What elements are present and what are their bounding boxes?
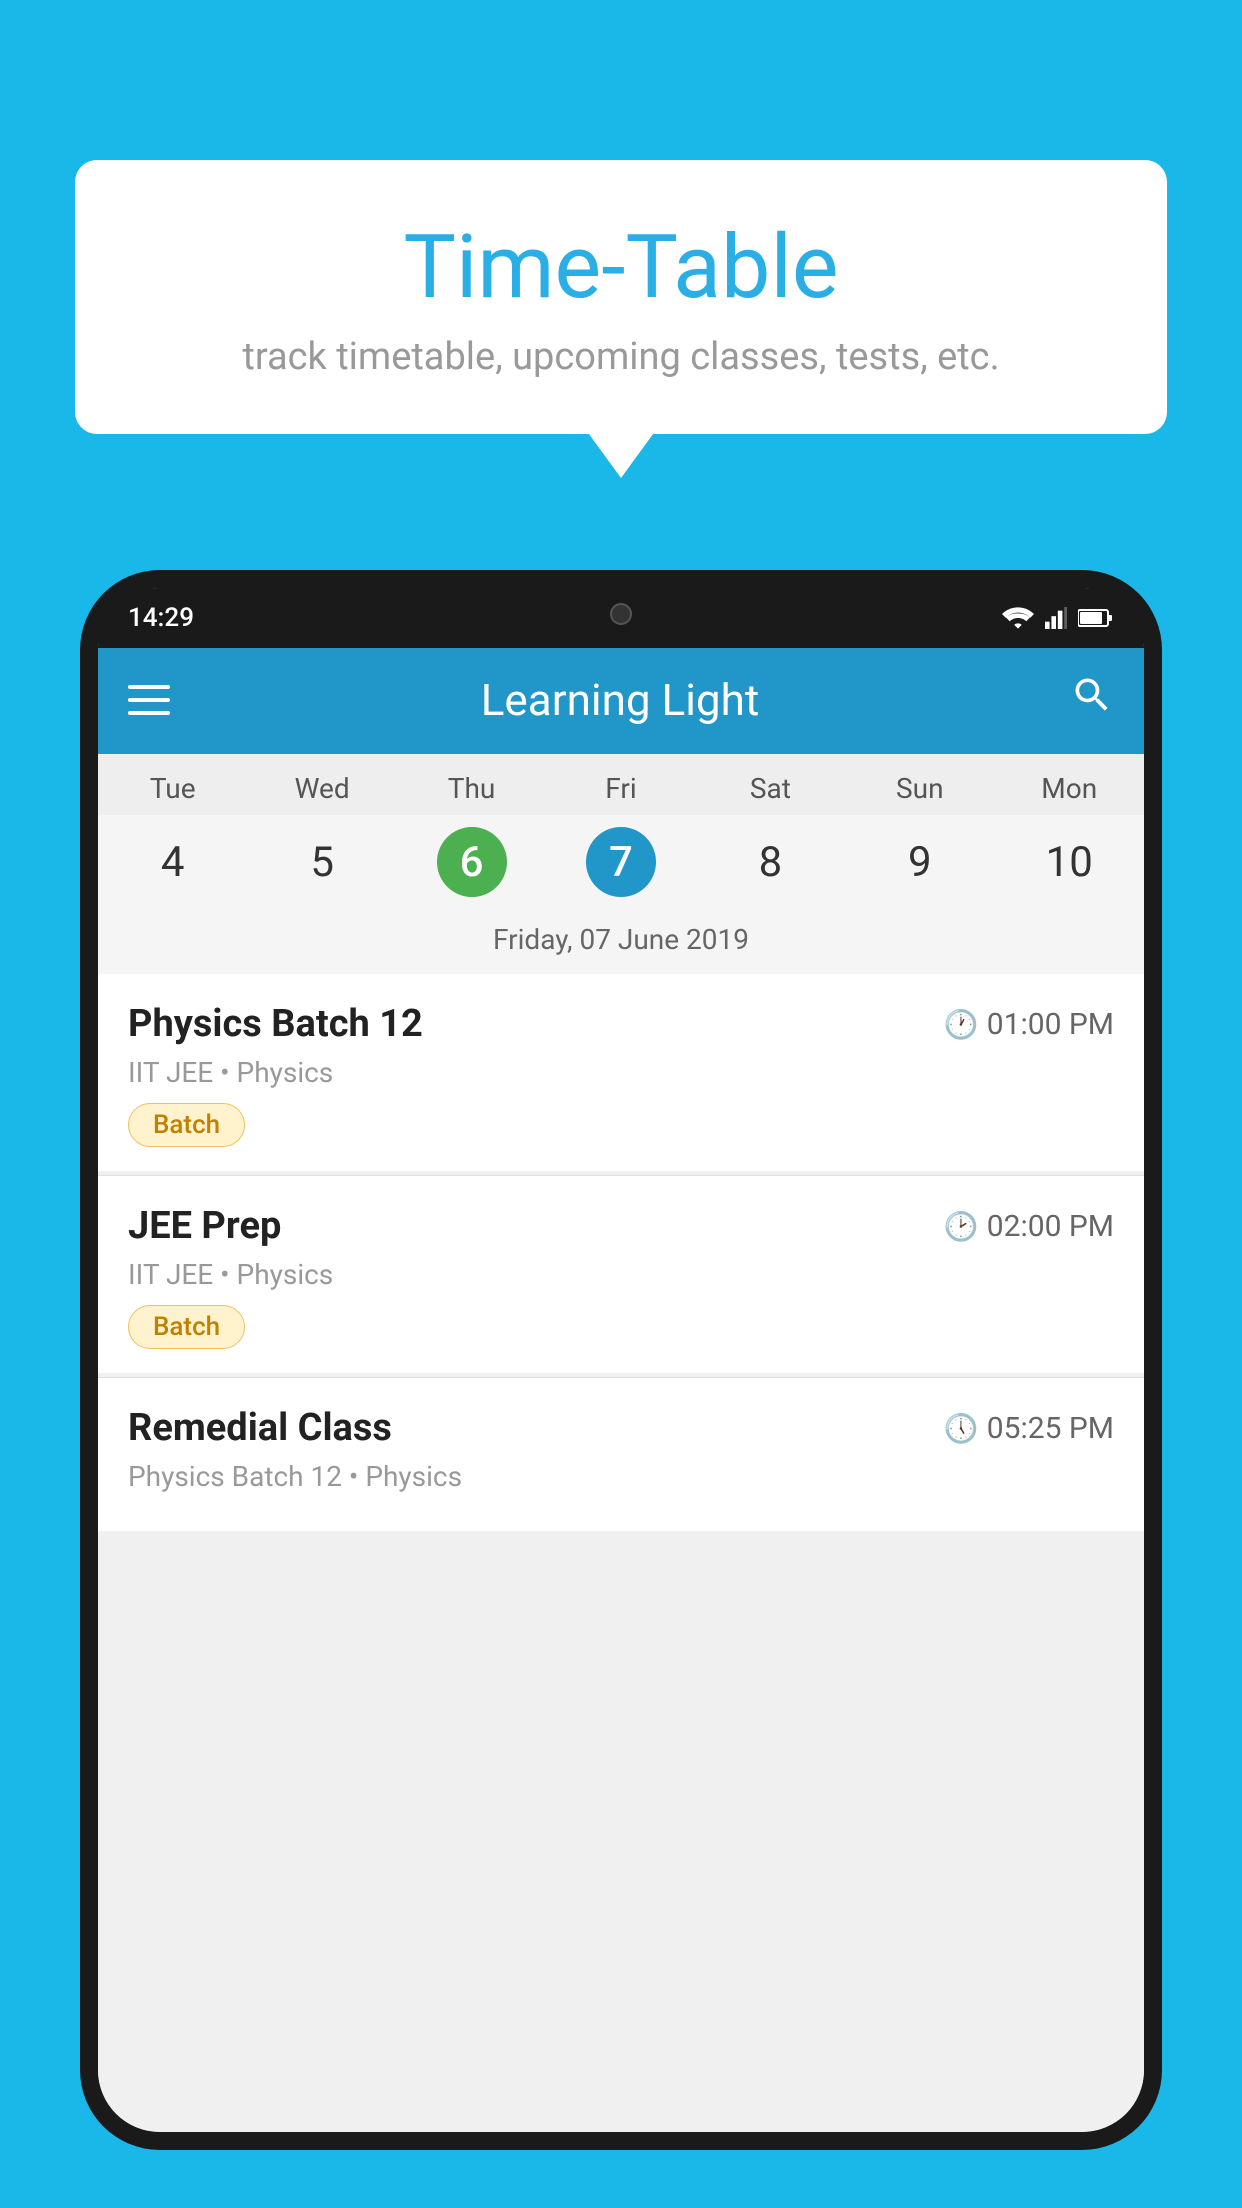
schedule-item-2-time-text: 02:00 PM (987, 1209, 1114, 1244)
status-icons (1002, 607, 1114, 629)
day-name-wed: Wed (247, 772, 396, 805)
phone-outer: 14:29 (80, 570, 1162, 2150)
clock-icon-2: 🕑 (944, 1210, 979, 1243)
speech-bubble-container: Time-Table track timetable, upcoming cla… (75, 160, 1167, 434)
day-circle-selected[interactable]: 7 (586, 827, 656, 897)
schedule-item-2-badge: Batch (128, 1305, 245, 1349)
schedule-item-1-header: Physics Batch 12 🕐 01:00 PM (128, 1002, 1114, 1046)
phone-screen: Learning Light Tue Wed Thu Fri Sat Sun M… (98, 588, 1144, 2132)
schedule-item-3[interactable]: Remedial Class 🕔 05:25 PM Physics Batch … (98, 1378, 1144, 1531)
schedule-item-3-header: Remedial Class 🕔 05:25 PM (128, 1406, 1114, 1450)
day-name-fri: Fri (546, 772, 695, 805)
camera (610, 603, 632, 625)
search-button[interactable] (1070, 673, 1114, 728)
bubble-subtitle: track timetable, upcoming classes, tests… (115, 335, 1127, 379)
menu-button[interactable] (128, 685, 170, 715)
app-bar-title: Learning Light (481, 674, 760, 726)
day-name-sun: Sun (845, 772, 994, 805)
schedule-item-2-header: JEE Prep 🕑 02:00 PM (128, 1204, 1114, 1248)
bubble-title: Time-Table (115, 220, 1127, 317)
day-circle-today[interactable]: 6 (437, 827, 507, 897)
speech-bubble: Time-Table track timetable, upcoming cla… (75, 160, 1167, 434)
schedule-item-2-subtitle: IIT JEE • Physics (128, 1258, 1114, 1291)
day-name-thu: Thu (397, 772, 546, 805)
status-time: 14:29 (128, 603, 194, 633)
day-name-sat: Sat (696, 772, 845, 805)
schedule-item-3-time-text: 05:25 PM (987, 1411, 1114, 1446)
phone-mockup: 14:29 (80, 570, 1162, 2208)
schedule-item-1-title: Physics Batch 12 (128, 1002, 423, 1046)
day-7[interactable]: 7 (546, 827, 695, 897)
schedule-item-3-subtitle: Physics Batch 12 • Physics (128, 1460, 1114, 1493)
clock-icon-1: 🕐 (944, 1008, 979, 1041)
selected-date: Friday, 07 June 2019 (98, 915, 1144, 974)
schedule-item-1[interactable]: Physics Batch 12 🕐 01:00 PM IIT JEE • Ph… (98, 974, 1144, 1171)
app-bar: Learning Light (98, 646, 1144, 754)
day-8[interactable]: 8 (696, 827, 845, 897)
signal-icon (1042, 607, 1070, 629)
day-numbers-row: 4 5 6 7 8 9 10 (98, 815, 1144, 915)
battery-icon (1078, 607, 1114, 629)
schedule-item-3-title: Remedial Class (128, 1406, 392, 1450)
wifi-icon (1002, 607, 1034, 629)
day-4[interactable]: 4 (98, 827, 247, 897)
day-6[interactable]: 6 (397, 827, 546, 897)
schedule-item-1-badge: Batch (128, 1103, 245, 1147)
schedule-item-1-time: 🕐 01:00 PM (944, 1007, 1114, 1042)
clock-icon-3: 🕔 (944, 1412, 979, 1445)
day-name-tue: Tue (98, 772, 247, 805)
schedule-item-2-time: 🕑 02:00 PM (944, 1209, 1114, 1244)
calendar-header: Tue Wed Thu Fri Sat Sun Mon 4 5 6 7 (98, 754, 1144, 974)
day-5[interactable]: 5 (247, 827, 396, 897)
day-names-row: Tue Wed Thu Fri Sat Sun Mon (98, 754, 1144, 815)
schedule-list: Physics Batch 12 🕐 01:00 PM IIT JEE • Ph… (98, 974, 1144, 2132)
status-bar: 14:29 (98, 588, 1144, 648)
schedule-item-2[interactable]: JEE Prep 🕑 02:00 PM IIT JEE • Physics Ba… (98, 1176, 1144, 1373)
schedule-item-1-time-text: 01:00 PM (987, 1007, 1114, 1042)
day-10[interactable]: 10 (995, 827, 1144, 897)
day-9[interactable]: 9 (845, 827, 994, 897)
schedule-item-1-subtitle: IIT JEE • Physics (128, 1056, 1114, 1089)
day-name-mon: Mon (995, 772, 1144, 805)
schedule-item-3-time: 🕔 05:25 PM (944, 1411, 1114, 1446)
schedule-item-2-title: JEE Prep (128, 1204, 281, 1248)
notch (541, 588, 701, 640)
